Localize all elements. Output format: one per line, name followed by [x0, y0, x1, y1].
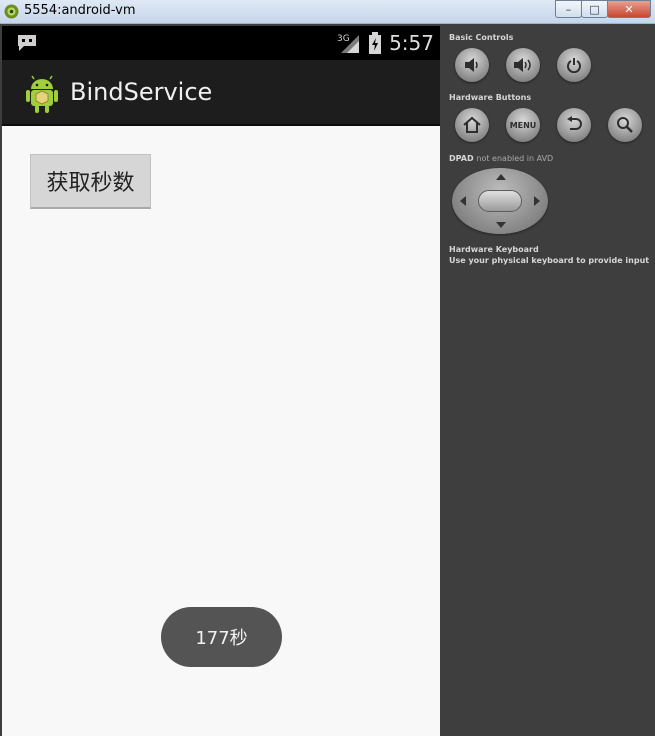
message-icon [18, 35, 36, 51]
volume-down-button[interactable] [455, 48, 489, 82]
toast-message: 177秒 [161, 607, 282, 667]
maximize-button[interactable]: □ [581, 0, 608, 18]
dpad-heading: DPAD not enabled in AVD [449, 154, 553, 163]
back-icon [567, 116, 582, 130]
battery-icon [369, 32, 382, 54]
home-button[interactable] [455, 108, 489, 142]
status-time: 5:57 [389, 31, 434, 55]
volume-up-icon [514, 58, 531, 72]
minimize-button[interactable]: – [555, 0, 582, 18]
dpad-down-icon[interactable] [496, 222, 506, 228]
volume-up-button[interactable] [506, 48, 540, 82]
android-icon [26, 75, 58, 113]
app-title: BindService [70, 78, 213, 106]
signal-icon: 3G [337, 34, 360, 53]
volume-down-icon [465, 58, 478, 72]
keyboard-heading: Hardware Keyboard [449, 245, 539, 254]
dpad-left-icon[interactable] [460, 196, 466, 206]
window-controls: – □ ✕ [555, 0, 651, 18]
close-button[interactable]: ✕ [607, 0, 651, 18]
dpad[interactable] [452, 168, 548, 234]
basic-controls-heading: Basic Controls [449, 33, 514, 42]
window-title: 5554:android-vm [24, 3, 136, 18]
search-button[interactable] [608, 108, 642, 142]
search-icon [617, 117, 633, 133]
keyboard-note: Use your physical keyboard to provide in… [449, 256, 650, 265]
dpad-up-icon[interactable] [496, 174, 506, 180]
dpad-right-icon[interactable] [534, 196, 540, 206]
get-seconds-button[interactable]: 获取秒数 [30, 154, 151, 209]
dpad-note: not enabled in AVD [476, 154, 554, 163]
hardware-buttons-heading: Hardware Buttons [449, 93, 532, 102]
menu-label: MENU [509, 120, 537, 130]
power-button[interactable] [557, 48, 591, 82]
emulator-icon [4, 4, 19, 19]
device-screen[interactable]: 3G 5:57 BindService 获取秒数 177秒 [2, 26, 440, 736]
status-bar[interactable]: 3G 5:57 [2, 26, 440, 60]
status-icons: 3G 5:57 [337, 29, 434, 57]
menu-button[interactable]: MENU [506, 108, 540, 142]
emulator-frame: 3G 5:57 BindService 获取秒数 177秒 Basic Cont… [0, 24, 655, 736]
back-button[interactable] [557, 108, 591, 142]
action-bar: BindService [2, 60, 440, 126]
window-titlebar: 5554:android-vm – □ ✕ [0, 0, 655, 24]
dpad-center-button[interactable] [478, 190, 522, 212]
home-icon [463, 116, 481, 133]
svg-text:3G: 3G [337, 34, 350, 44]
app-content: 获取秒数 177秒 [2, 126, 440, 736]
dpad-label: DPAD [449, 154, 474, 163]
emulator-controls-panel: Basic Controls Hardware Buttons MENU DPA… [440, 24, 655, 736]
power-icon [567, 58, 581, 73]
